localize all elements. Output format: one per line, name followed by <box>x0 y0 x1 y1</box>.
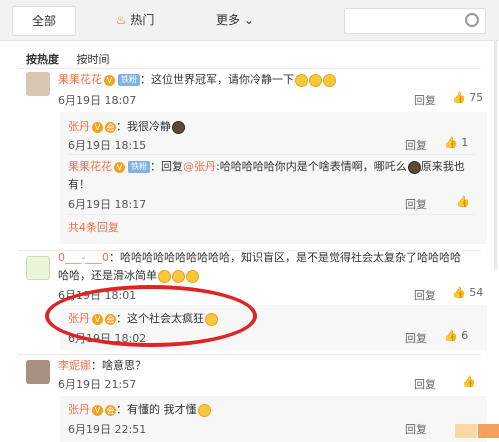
comment-text-line2: 有！ <box>68 178 90 191</box>
thumb-up-icon: 👍 <box>444 136 458 149</box>
nezha-emoji-icon <box>407 160 421 174</box>
sort-by-time[interactable]: 按时间 <box>77 53 110 66</box>
thumb-up-icon: 👍 <box>462 375 476 388</box>
comment-text-line2: 哈哈，还是滑冰简单 <box>58 267 199 284</box>
laugh-emoji-icon <box>309 73 322 87</box>
comment-body: ：啥意思？ <box>91 359 146 372</box>
comment-date: 6月19日 21:57 <box>58 378 137 391</box>
like-button[interactable]: 👍 75 <box>452 91 483 104</box>
mention-link[interactable]: @张丹 <box>183 160 216 173</box>
reply-button[interactable]: 回复 <box>405 137 427 153</box>
like-count: 1 <box>461 136 469 149</box>
thumb-up-icon: 👍 <box>452 286 466 299</box>
fan-badge: 铁粉 <box>118 74 140 86</box>
tab-all[interactable]: 全部 <box>12 6 76 36</box>
comment-body: :哈哈哈哈哈你内是个啥表情啊，哪吒么 <box>216 160 407 173</box>
reply-button[interactable]: 回复 <box>414 376 436 392</box>
reply-button[interactable]: 回复 <box>414 287 436 303</box>
tab-bar: 全部 ♨ 热门 更多 ⌄ <box>0 0 499 41</box>
divider <box>68 214 475 215</box>
nezha-emoji-icon <box>172 120 185 134</box>
like-count: 75 <box>469 91 484 104</box>
thumb-up-icon: 👍 <box>444 329 458 342</box>
laugh-emoji-icon <box>186 269 199 283</box>
verified-icon: V <box>92 404 103 416</box>
like-button[interactable]: 👍 54 <box>452 286 483 299</box>
commenter-name[interactable]: 果果花花 <box>68 160 112 173</box>
comment-text: 张丹 V 会：我很冷静 <box>68 118 185 135</box>
more-replies-link[interactable]: 共4条回复 <box>68 219 119 236</box>
tab-hot-label: 热门 <box>130 13 155 27</box>
avatar[interactable] <box>26 360 50 384</box>
search-input[interactable] <box>344 8 486 34</box>
verified-icon: V <box>104 74 115 86</box>
comment-date: 6月19日 18:07 <box>58 94 137 107</box>
verified-icon: V <box>114 161 125 173</box>
comment-body: ：这位世界冠军，请你冷静一下 <box>140 73 294 86</box>
thumb-up-icon: 👍 <box>452 91 466 104</box>
tab-more-label: 更多 <box>216 13 241 27</box>
highlight-circle <box>45 285 257 347</box>
divider <box>18 354 481 355</box>
comment-body: ：回复 <box>150 160 183 173</box>
commenter-name[interactable]: 张丹 <box>68 403 90 416</box>
avatar[interactable] <box>26 72 50 96</box>
chevron-down-icon: ⌄ <box>243 13 254 27</box>
verified-icon: V <box>92 121 103 133</box>
comment-date: 6月19日 22:51 <box>68 423 147 436</box>
comment-body: 原来我也 <box>420 160 465 173</box>
watermark-logo <box>455 424 477 438</box>
comment-body: ：我很冷静 <box>116 120 171 133</box>
divider <box>18 68 481 69</box>
reply-button[interactable]: 回复 <box>405 196 427 212</box>
like-button[interactable]: 👍 <box>456 195 470 208</box>
comment-text: 李妮娜：啥意思？ <box>58 357 146 374</box>
member-icon: 会 <box>105 404 116 416</box>
scrollbar[interactable] <box>494 40 497 270</box>
like-button[interactable]: 👍 6 <box>444 329 468 342</box>
comment-text: 果果花花 V 铁粉 ：这位世界冠军，请你冷静一下 <box>58 71 336 88</box>
comment-date: 6月19日 18:17 <box>68 198 147 211</box>
comment-text: 果果花花 V 铁粉 ：回复@张丹:哈哈哈哈哈你内是个啥表情啊，哪吒么 原来我也 <box>68 158 465 175</box>
laugh-emoji-icon <box>158 269 171 283</box>
laugh-emoji-icon <box>323 73 336 87</box>
reply-button[interactable]: 回复 <box>405 421 427 437</box>
reply-button[interactable]: 回复 <box>414 92 436 108</box>
comment-body: ：哈哈哈哈哈哈哈哈哈哈，知识盲区，是不是觉得社会太复杂了哈哈哈哈 <box>108 251 461 264</box>
like-count: 6 <box>461 329 469 342</box>
thumb-up-icon: 👍 <box>456 195 470 208</box>
fan-badge: 铁粉 <box>128 161 150 173</box>
sort-bar: 按热度 按时间 <box>26 51 124 67</box>
reply-button[interactable]: 回复 <box>405 330 427 346</box>
fire-icon: ♨ <box>115 13 127 27</box>
comment-text: 张丹 V 会：有懂的 我才懂 <box>68 401 211 418</box>
member-icon: 会 <box>105 121 116 133</box>
comment-body: ：有懂的 我才懂 <box>116 403 197 416</box>
laugh-emoji-icon <box>197 403 211 417</box>
divider <box>68 154 475 155</box>
like-button[interactable]: 👍 1 <box>444 136 468 149</box>
sort-by-hot[interactable]: 按热度 <box>26 53 59 66</box>
commenter-name[interactable]: 0___-___0 <box>58 251 109 264</box>
comment-body: 哈哈，还是滑冰简单 <box>58 269 157 282</box>
search-icon <box>465 13 479 27</box>
commenter-name[interactable]: 张丹 <box>68 120 90 133</box>
commenter-name[interactable]: 李妮娜 <box>58 359 91 372</box>
like-button[interactable]: 👍 <box>462 375 476 388</box>
avatar[interactable] <box>26 256 50 280</box>
watermark-logo <box>478 424 499 438</box>
comment-text: 0___-___0：哈哈哈哈哈哈哈哈哈哈，知识盲区，是不是觉得社会太复杂了哈哈哈… <box>58 249 461 266</box>
tab-hot[interactable]: ♨ 热门 <box>100 6 170 34</box>
laugh-emoji-icon <box>172 269 185 283</box>
comment-date: 6月19日 18:15 <box>68 139 147 152</box>
tab-more[interactable]: 更多 ⌄ <box>200 6 270 34</box>
commenter-name[interactable]: 果果花花 <box>58 73 102 86</box>
laugh-emoji-icon <box>295 73 308 87</box>
like-count: 54 <box>469 286 484 299</box>
